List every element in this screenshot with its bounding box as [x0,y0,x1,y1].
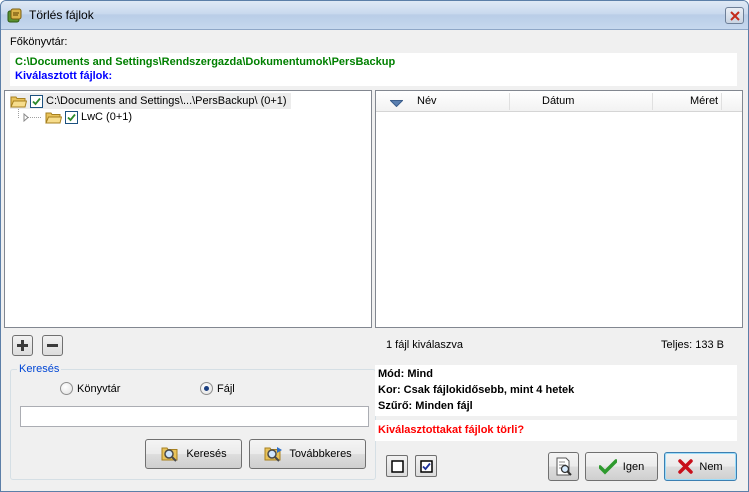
column-header-name[interactable]: Név [417,95,437,107]
age-text: Kor: Csak fájlokidősebb, mint 4 hetek [378,384,575,396]
root-path: C:\Documents and Settings\Rendszergazda\… [15,56,396,68]
folder-tree[interactable]: C:\Documents and Settings\...\PersBackup… [4,90,372,328]
folder-open-icon [10,95,28,108]
search-input[interactable] [20,406,369,427]
search-next-button[interactable]: Továbbkeres [249,439,366,469]
check-icon [67,113,76,121]
warning-box: Kiválasztottakat fájlok törli? [375,420,737,441]
file-list-header: Név Dátum Méret [376,91,742,112]
search-button[interactable]: Keresés [145,439,242,469]
search-group-title: Keresés [17,363,62,375]
mode-text: Mód: Mind [378,368,433,380]
search-group: Keresés Könyvtár Fájl Keresés Továbbkere… [10,363,376,480]
checked-box-icon [419,459,433,473]
delete-files-dialog: Törlés fájlok Főkönyvtár: C:\Documents a… [0,0,749,492]
unchecked-box-icon [390,459,404,473]
tree-item-label: LwC (0+1) [81,111,133,123]
tree-item-lwc[interactable]: LwC (0+1) [22,109,132,125]
check-all-button[interactable] [415,455,437,477]
window-title: Törlés fájlok [29,8,94,22]
no-button[interactable]: Nem [664,452,737,481]
add-button[interactable] [12,335,33,356]
radio-file-label: Fájl [217,382,235,395]
yes-button[interactable]: Igen [585,452,658,481]
search-button-label: Keresés [186,448,227,460]
radio-folder-label: Könyvtár [77,382,121,395]
column-header-date[interactable]: Dátum [542,95,574,107]
path-box: C:\Documents and Settings\Rendszergazda\… [10,53,737,86]
tree-item-checkbox[interactable] [30,94,43,108]
tree-item-root[interactable]: C:\Documents and Settings\...\PersBackup… [10,93,291,109]
column-header-size[interactable]: Méret [690,95,718,107]
uncheck-all-button[interactable] [386,455,408,477]
x-icon [678,459,694,474]
search-icon [161,447,178,462]
selected-files-label: Kiválasztott fájlok: [15,70,113,82]
tree-item-checkbox[interactable] [65,110,78,124]
selected-count: 1 fájl kiválaszva [386,339,464,351]
folder-icon [45,111,63,124]
options-info-box: Mód: Mind Kor: Csak fájlokidősebb, mint … [375,365,737,416]
radio-button-selected[interactable] [200,382,213,395]
search-next-icon [264,447,283,462]
title-bar: Törlés fájlok [1,1,748,30]
tree-item-label: C:\Documents and Settings\...\PersBackup… [46,95,287,107]
radio-folder[interactable]: Könyvtár [60,382,120,395]
file-list[interactable]: Név Dátum Méret [375,90,743,328]
preview-button[interactable] [548,452,579,481]
yes-button-label: Igen [622,460,645,473]
document-search-icon [556,457,572,476]
minus-icon [47,344,58,347]
app-icon [7,8,23,24]
checkmark-icon [598,458,617,474]
expand-arrow-icon[interactable] [22,112,31,122]
plus-icon [17,340,28,351]
delete-warning-text: Kiválasztottakat fájlok törli? [378,424,525,436]
filter-text: Szűrő: Minden fájl [378,400,473,412]
tree-connector [18,109,19,118]
check-icon [32,97,41,105]
radio-file[interactable]: Fájl [200,382,235,395]
search-next-button-label: Továbbkeres [289,448,352,460]
no-button-label: Nem [699,460,723,473]
sort-arrow-icon[interactable] [389,98,404,110]
remove-button[interactable] [42,335,63,356]
total-size: Teljes: 133 B [661,339,724,351]
close-icon [729,10,740,21]
root-folder-label: Főkönyvtár: [10,36,68,48]
radio-button[interactable] [60,382,73,395]
close-button[interactable] [725,7,744,24]
